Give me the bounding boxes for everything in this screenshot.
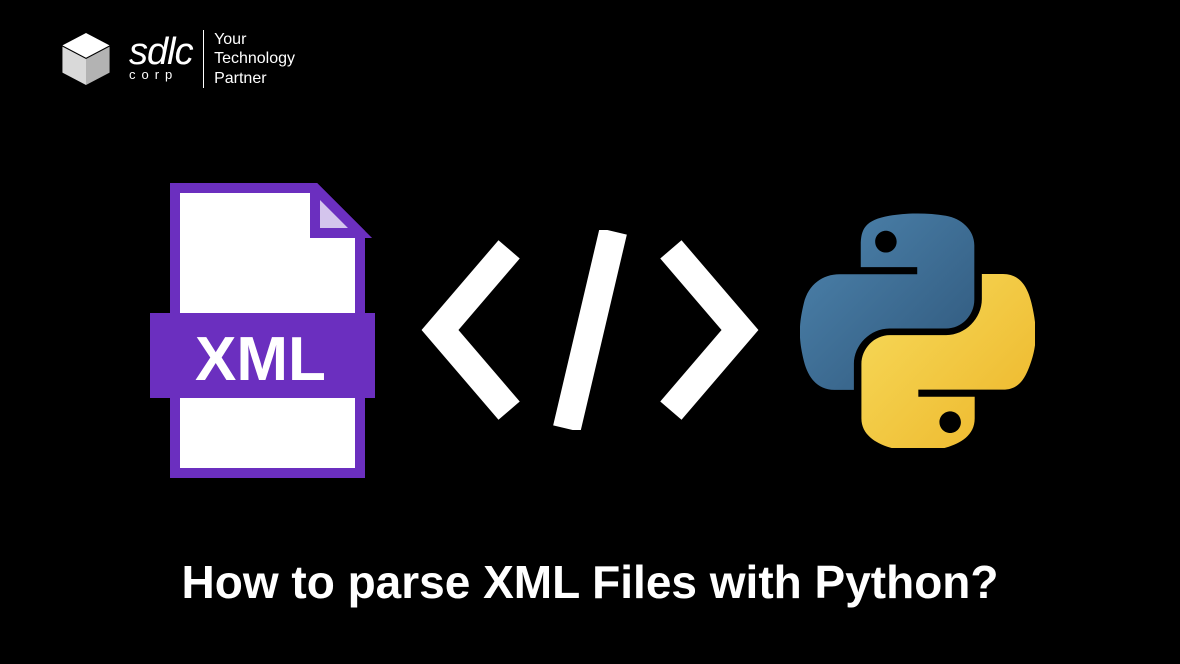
code-brackets-icon <box>415 230 765 430</box>
brand-sub-text: corp <box>129 67 178 82</box>
page-title: How to parse XML Files with Python? <box>0 555 1180 609</box>
brand-name: sdlc corp <box>129 36 193 81</box>
tagline-line-3: Partner <box>214 69 295 88</box>
cube-icon <box>55 28 117 90</box>
hero-graphics: XML <box>0 160 1180 500</box>
xml-badge-text: XML <box>195 325 326 394</box>
xml-file-icon: XML <box>145 183 380 478</box>
logo-text-group: sdlc corp Your Technology Partner <box>129 30 295 88</box>
tagline-line-2: Technology <box>214 49 295 68</box>
brand-logo: sdlc corp Your Technology Partner <box>55 28 295 90</box>
python-logo-icon <box>800 213 1035 448</box>
logo-divider <box>203 30 205 88</box>
brand-tagline: Your Technology Partner <box>214 30 295 88</box>
brand-main-text: sdlc <box>129 36 193 68</box>
tagline-line-1: Your <box>214 30 295 49</box>
